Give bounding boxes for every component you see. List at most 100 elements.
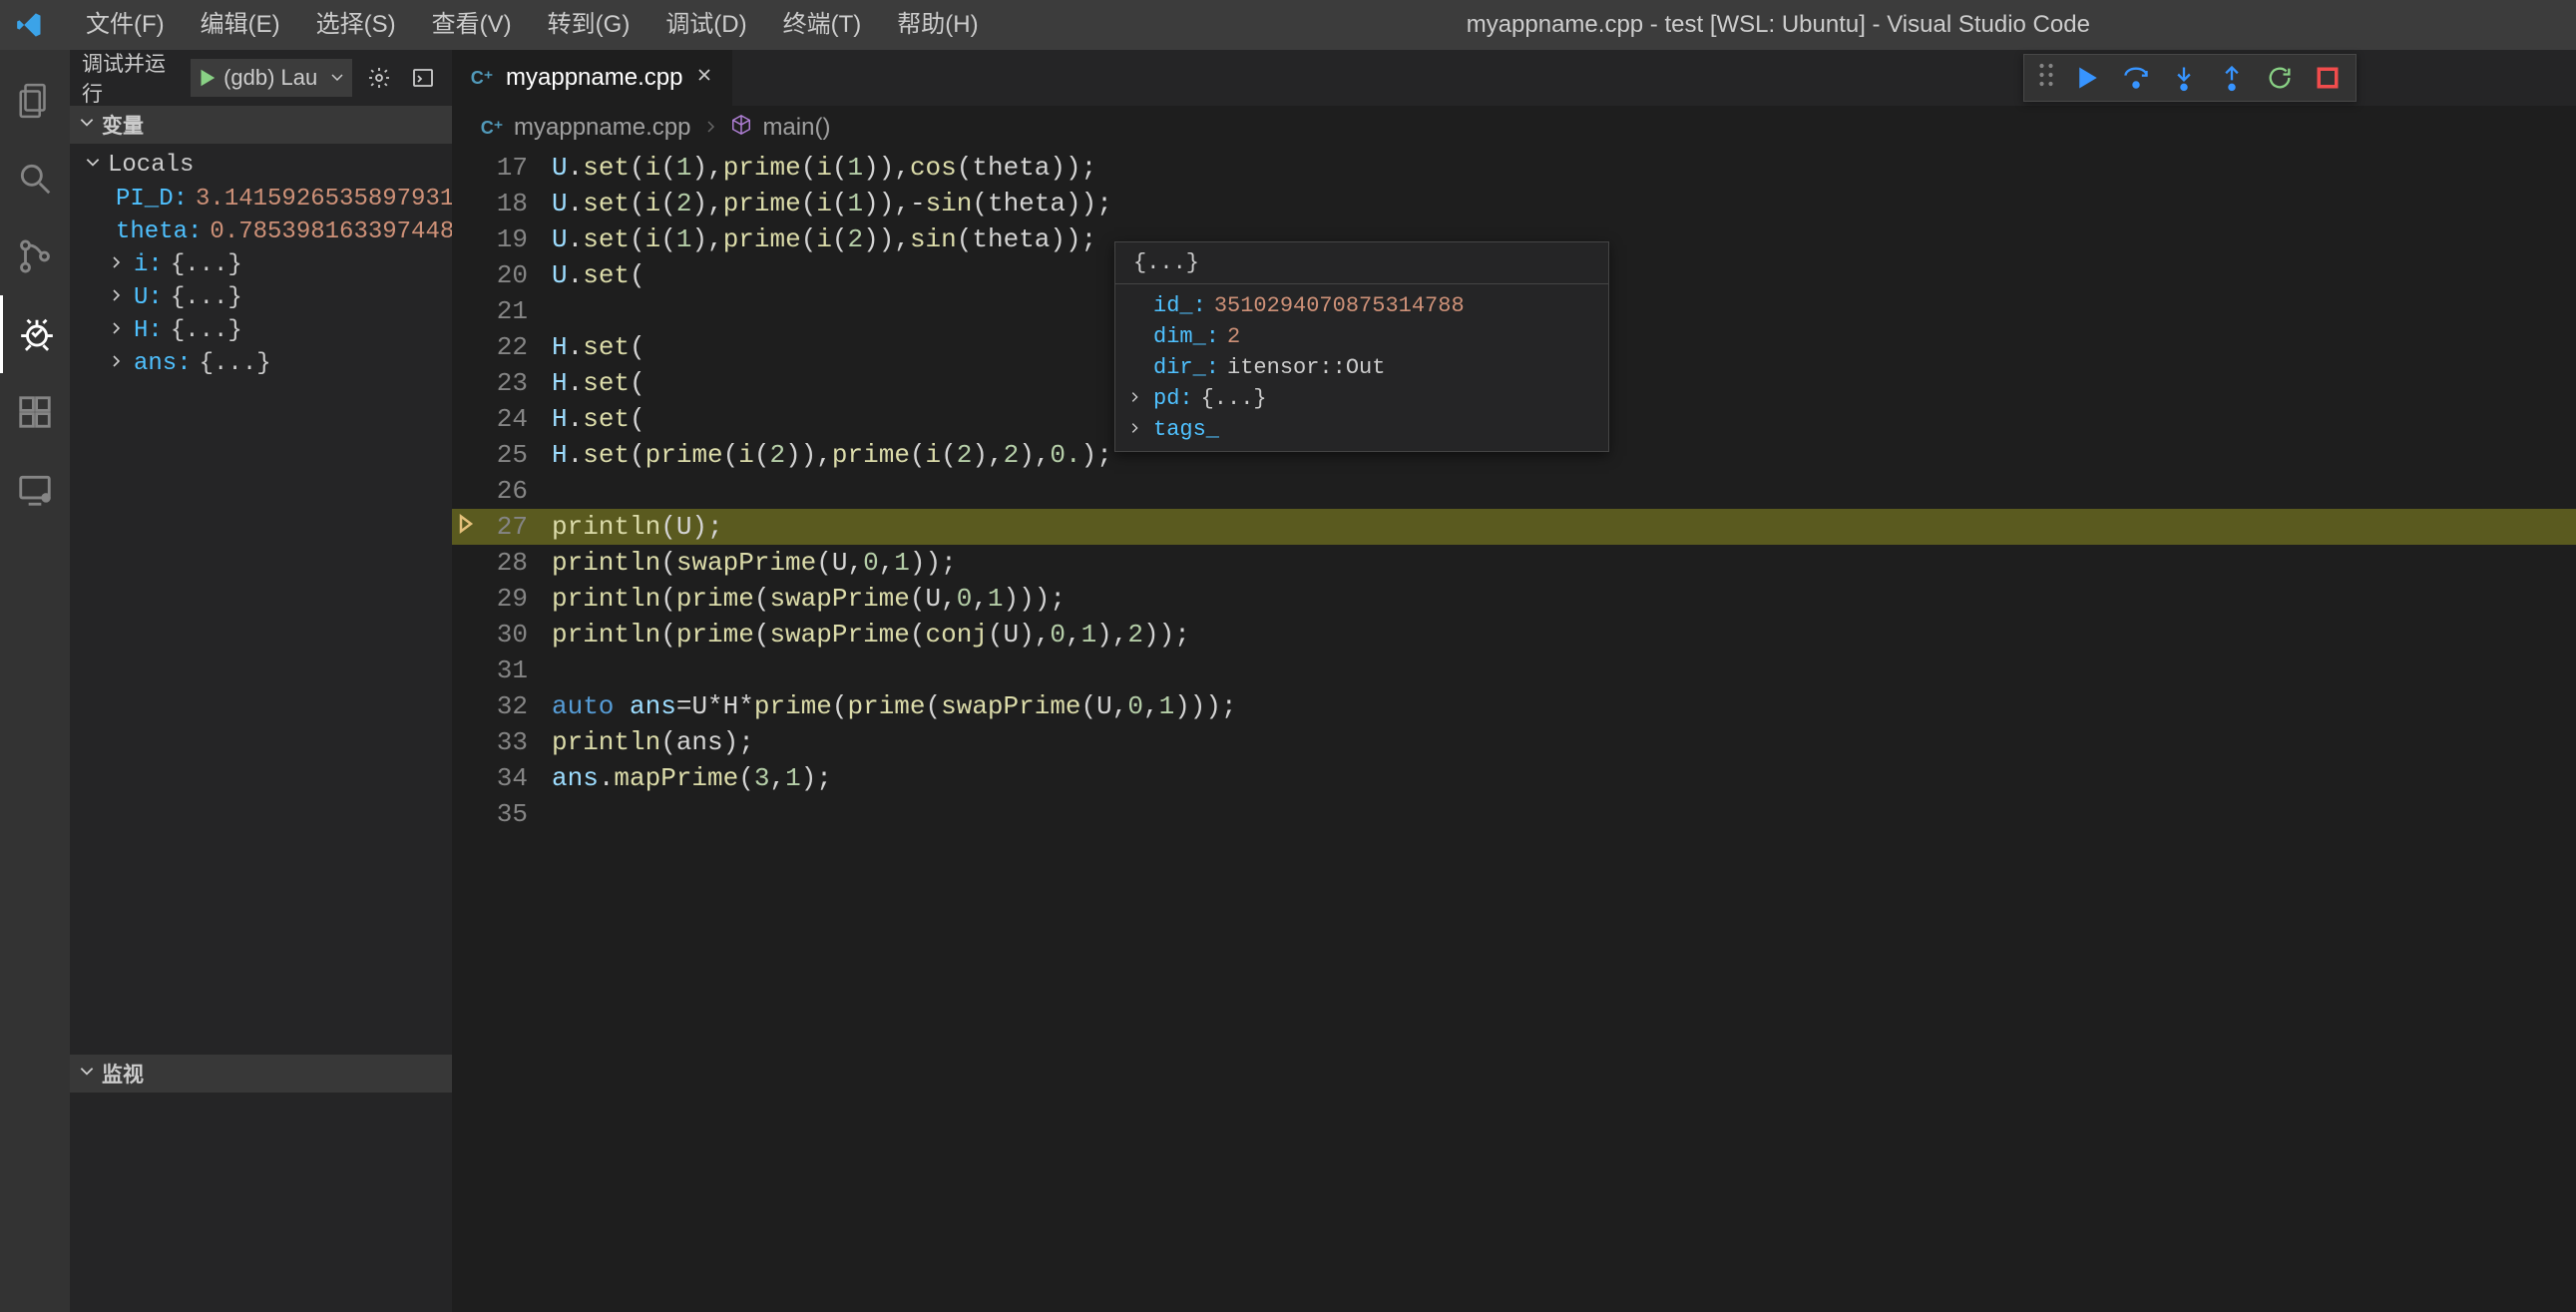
remote-icon[interactable]: [0, 451, 70, 529]
step-into-button[interactable]: [2164, 58, 2204, 98]
tooltip-field[interactable]: tags_: [1115, 414, 1608, 445]
locals-label: Locals: [108, 152, 194, 179]
menu-item[interactable]: 文件(F): [68, 0, 183, 50]
gear-icon[interactable]: [362, 60, 396, 96]
code-line[interactable]: 33println(ans);: [452, 724, 2576, 760]
line-number: 35: [452, 799, 552, 829]
stop-button[interactable]: [2308, 58, 2348, 98]
step-out-button[interactable]: [2212, 58, 2252, 98]
code-text: U.set(i(1),prime(i(1)),cos(theta));: [552, 153, 1096, 183]
cpp-file-icon: C⁺: [480, 116, 504, 140]
code-text: println(swapPrime(U,0,1));: [552, 548, 957, 578]
chevron-right-icon: [1127, 386, 1145, 411]
variable-row[interactable]: ans:{...}: [84, 347, 452, 380]
code-line[interactable]: 34ans.mapPrime(3,1);: [452, 760, 2576, 796]
variables-section-header[interactable]: 变量: [70, 106, 452, 144]
source-control-icon[interactable]: [0, 218, 70, 295]
code-line[interactable]: 29println(prime(swapPrime(U,0,1)));: [452, 581, 2576, 617]
breadcrumb: C⁺ myappname.cpp main(): [452, 106, 2576, 150]
grip-icon[interactable]: [2032, 63, 2060, 94]
breadcrumb-symbol[interactable]: main(): [730, 114, 830, 143]
tooltip-field[interactable]: dim_: 2: [1115, 321, 1608, 352]
menu-item[interactable]: 编辑(E): [183, 0, 298, 50]
variable-value: 0.78539816339744828: [210, 219, 483, 245]
code-line[interactable]: 17U.set(i(1),prime(i(1)),cos(theta));: [452, 150, 2576, 186]
field-value: itensor::Out: [1227, 355, 1385, 380]
line-number: 30: [452, 620, 552, 650]
field-value: {...}: [1201, 386, 1267, 411]
menu-item[interactable]: 转到(G): [530, 0, 648, 50]
menu-item[interactable]: 帮助(H): [879, 0, 996, 50]
code-line[interactable]: 28println(swapPrime(U,0,1));: [452, 545, 2576, 581]
code-line[interactable]: 18U.set(i(2),prime(i(1)),-sin(theta));: [452, 186, 2576, 221]
editor-area: C⁺ myappname.cpp C⁺ myappname.cpp main(): [452, 50, 2576, 1312]
variable-value: {...}: [200, 350, 271, 377]
restart-button[interactable]: [2260, 58, 2300, 98]
tooltip-field[interactable]: dir_: itensor::Out: [1115, 352, 1608, 383]
code-line[interactable]: 31: [452, 653, 2576, 688]
line-number: 33: [452, 727, 552, 757]
code-editor[interactable]: 17U.set(i(1),prime(i(1)),cos(theta));18U…: [452, 150, 2576, 1312]
chevron-right-icon: [108, 317, 126, 344]
menu-item[interactable]: 调试(D): [647, 0, 764, 50]
tooltip-field[interactable]: pd: {...}: [1115, 383, 1608, 414]
search-icon[interactable]: [0, 140, 70, 218]
locals-scope[interactable]: Locals: [84, 148, 452, 183]
breadcrumb-file[interactable]: C⁺ myappname.cpp: [480, 114, 690, 142]
variable-row[interactable]: H: {...}: [84, 314, 452, 347]
code-line[interactable]: 35: [452, 796, 2576, 832]
menu-item[interactable]: 查看(V): [414, 0, 530, 50]
debug-icon[interactable]: [0, 295, 70, 373]
line-number: 34: [452, 763, 552, 793]
line-number: 29: [452, 584, 552, 614]
code-text: auto ans=U*H*prime(prime(swapPrime(U,0,1…: [552, 691, 1237, 721]
step-over-button[interactable]: [2116, 58, 2156, 98]
variable-row[interactable]: U:{...}: [84, 281, 452, 314]
variable-name: U:: [134, 284, 163, 311]
variable-name: theta:: [116, 219, 202, 245]
code-text: H.set(prime(i(2)),prime(i(2),2),0.);: [552, 440, 1112, 470]
line-number: 20: [452, 260, 552, 290]
continue-button[interactable]: [2068, 58, 2108, 98]
code-line[interactable]: 30println(prime(swapPrime(conj(U),0,1),2…: [452, 617, 2576, 653]
code-line[interactable]: 26: [452, 473, 2576, 509]
launch-config-dropdown[interactable]: (gdb) Lau: [191, 59, 352, 97]
explorer-icon[interactable]: [0, 62, 70, 140]
variable-row[interactable]: theta:0.78539816339744828: [84, 216, 452, 248]
chevron-right-icon: [702, 114, 718, 142]
tooltip-field[interactable]: id_: 3510294070875314788: [1115, 290, 1608, 321]
debug-console-icon[interactable]: [406, 60, 440, 96]
line-number: 18: [452, 189, 552, 219]
window-title: myappname.cpp - test [WSL: Ubuntu] - Vis…: [997, 11, 2560, 39]
line-number: 28: [452, 548, 552, 578]
tab-myappname[interactable]: C⁺ myappname.cpp: [452, 50, 733, 106]
watch-section-header[interactable]: 监视: [70, 1055, 452, 1093]
field-name: tags_: [1153, 417, 1219, 442]
close-icon[interactable]: [694, 64, 714, 92]
vscode-logo-icon: [16, 11, 44, 39]
variables-label: 变量: [102, 110, 144, 140]
code-line[interactable]: 27println(U);: [452, 509, 2576, 545]
field-name: pd:: [1153, 386, 1193, 411]
chevron-right-icon: [1127, 417, 1145, 442]
line-number: 31: [452, 656, 552, 685]
current-line-icon: [456, 512, 476, 542]
variable-value: {...}: [171, 317, 242, 344]
variable-row[interactable]: PI_D: 3.1415926535897931: [84, 183, 452, 216]
variable-value: 3.1415926535897931: [196, 186, 454, 213]
code-text: println(prime(swapPrime(U,0,1)));: [552, 584, 1066, 614]
start-debug-icon[interactable]: [196, 67, 217, 89]
variable-row[interactable]: i:{...}: [84, 248, 452, 281]
cube-icon: [730, 114, 752, 143]
code-text: U.set(i(1),prime(i(2)),sin(theta));: [552, 224, 1096, 254]
variable-name: PI_D:: [116, 186, 188, 213]
tooltip-header: {...}: [1115, 242, 1608, 284]
breadcrumb-symbol-label: main(): [762, 114, 830, 142]
menu-item[interactable]: 选择(S): [298, 0, 414, 50]
line-number: 19: [452, 224, 552, 254]
menu-item[interactable]: 终端(T): [765, 0, 880, 50]
extensions-icon[interactable]: [0, 373, 70, 451]
code-line[interactable]: 32auto ans=U*H*prime(prime(swapPrime(U,0…: [452, 688, 2576, 724]
variable-name: H:: [134, 317, 163, 344]
code-text: H.set(: [552, 332, 645, 362]
